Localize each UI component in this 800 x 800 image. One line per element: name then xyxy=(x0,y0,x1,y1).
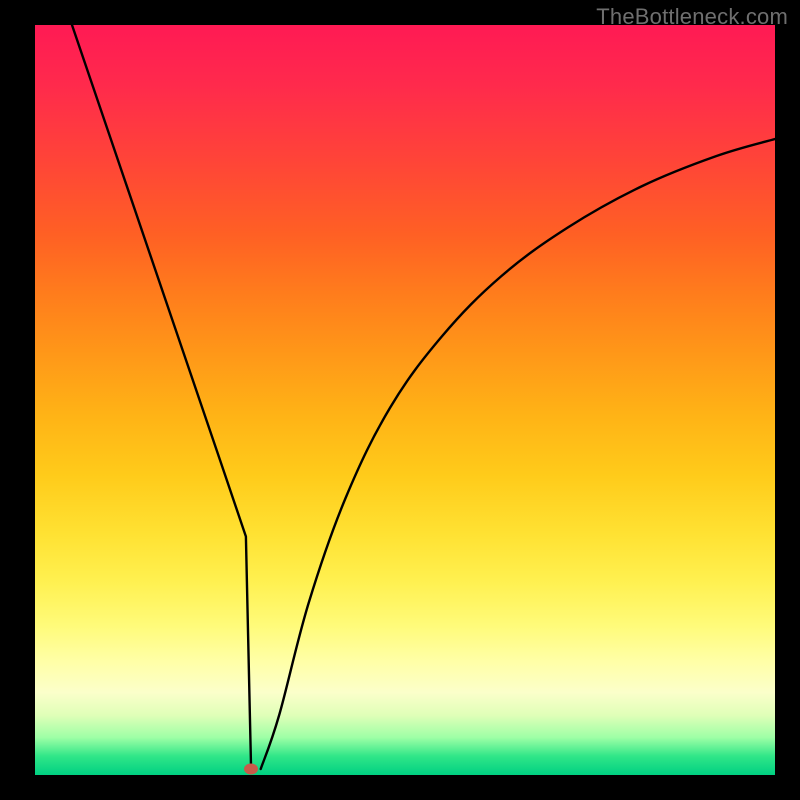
watermark-text: TheBottleneck.com xyxy=(596,4,788,30)
curve-path xyxy=(72,25,775,769)
chart-frame: TheBottleneck.com xyxy=(0,0,800,800)
optimal-point-marker xyxy=(244,764,258,775)
bottleneck-curve xyxy=(35,25,775,775)
